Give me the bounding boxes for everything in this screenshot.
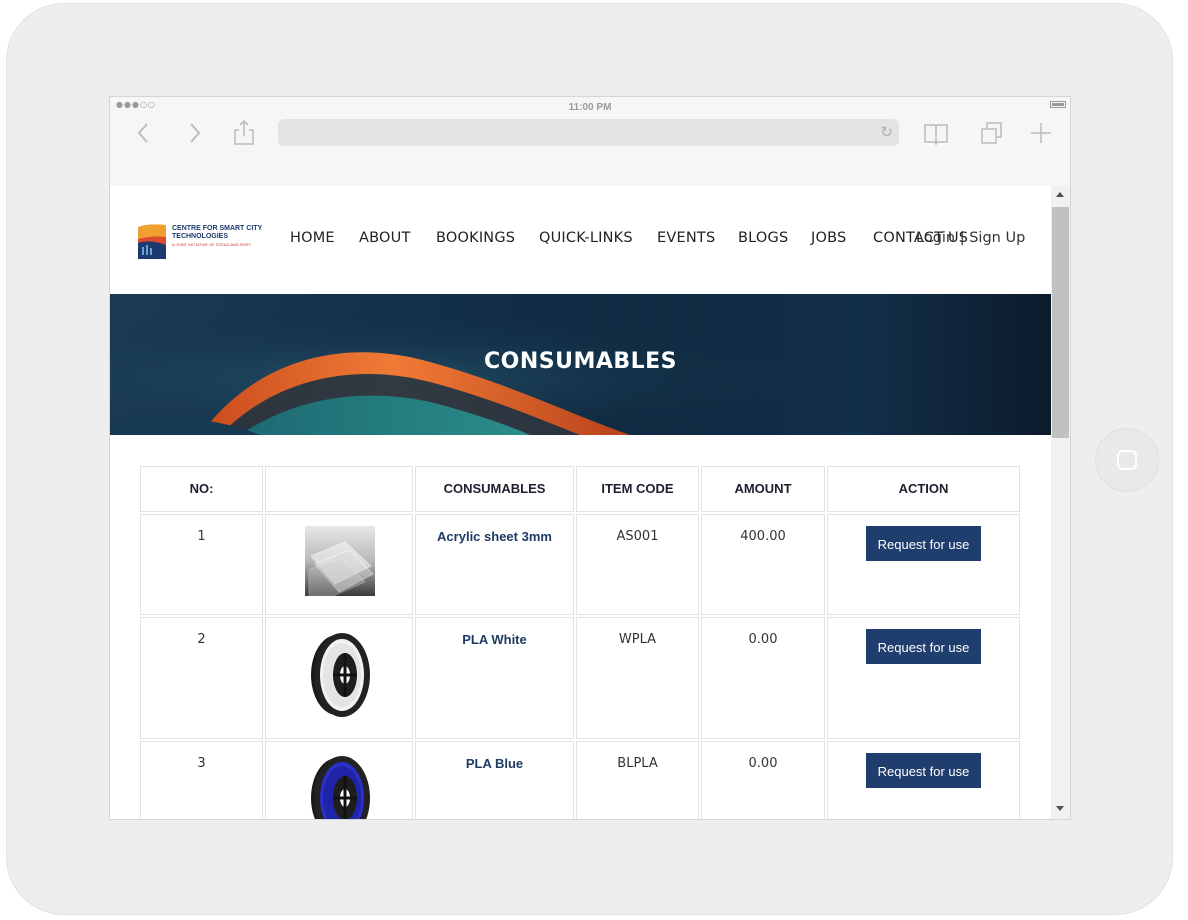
logo-mark-icon (138, 224, 166, 259)
column-header-consumables: CONSUMABLES (415, 466, 574, 512)
blue-filament-spool-image (311, 756, 370, 819)
page-scrollbar[interactable] (1051, 186, 1070, 819)
column-header-image (265, 466, 413, 512)
nav-blogs[interactable]: BLOGS (738, 230, 788, 246)
row-2-action-cell: Request for use (827, 617, 1020, 739)
row-3-amount: 0.00 (701, 741, 825, 819)
row-3-image-cell (265, 741, 413, 819)
webpage: CENTRE FOR SMART CITY TECHNOLOGIES A JOI… (110, 186, 1051, 819)
column-header-item-code: ITEM CODE (576, 466, 699, 512)
row-1-amount: 400.00 (701, 514, 825, 615)
request-for-use-button[interactable]: Request for use (866, 629, 981, 664)
scroll-up-icon[interactable] (1056, 192, 1064, 197)
logo[interactable]: CENTRE FOR SMART CITY TECHNOLOGIES A JOI… (136, 221, 268, 261)
nav-events[interactable]: EVENTS (657, 230, 715, 246)
row-2-amount: 0.00 (701, 617, 825, 739)
scroll-down-icon[interactable] (1056, 806, 1064, 811)
logo-tagline: A JOINT INITIATIVE OF DTEAG AND RGET (172, 242, 252, 247)
share-icon[interactable] (230, 117, 258, 149)
new-tab-icon[interactable] (1027, 117, 1055, 149)
nav-quick-links[interactable]: QUICK-LINKS (539, 230, 633, 246)
nav-jobs[interactable]: JOBS (811, 230, 846, 246)
row-3-no: 3 (140, 741, 263, 819)
back-icon[interactable] (130, 117, 158, 149)
page-banner: CONSUMABLES (110, 294, 1051, 435)
row-3-name[interactable]: PLA Blue (415, 741, 574, 819)
login-signup-link[interactable]: Login | Sign Up (916, 230, 1025, 246)
site-header: CENTRE FOR SMART CITY TECHNOLOGIES A JOI… (110, 186, 1051, 294)
column-header-no: NO: (140, 466, 263, 512)
forward-icon[interactable] (180, 117, 208, 149)
nav-home[interactable]: HOME (290, 230, 335, 246)
logo-line-1: CENTRE FOR SMART CITY (172, 225, 263, 232)
battery-icon (1050, 101, 1066, 108)
browser-window: ●●●○○ 11:00 PM ↻ CENTRE FOR SMART CITY T… (109, 96, 1071, 820)
row-2-no: 2 (140, 617, 263, 739)
row-1-image-cell (265, 514, 413, 615)
browser-toolbar: ●●●○○ 11:00 PM ↻ (110, 97, 1070, 187)
home-button[interactable] (1095, 428, 1159, 492)
tablet-frame: ●●●○○ 11:00 PM ↻ CENTRE FOR SMART CITY T… (6, 3, 1173, 915)
status-time: 11:00 PM (568, 102, 612, 113)
acrylic-sheet-image (305, 526, 375, 596)
page-title: CONSUMABLES (483, 349, 678, 374)
logo-line-2: TECHNOLOGIES (172, 233, 229, 240)
row-2-image-cell (265, 617, 413, 739)
row-1-name[interactable]: Acrylic sheet 3mm (415, 514, 574, 615)
column-header-amount: AMOUNT (701, 466, 825, 512)
request-for-use-button[interactable]: Request for use (866, 526, 981, 561)
scrollbar-thumb[interactable] (1052, 207, 1069, 438)
request-for-use-button[interactable]: Request for use (866, 753, 981, 788)
row-1-code: AS001 (576, 514, 699, 615)
row-2-code: WPLA (576, 617, 699, 739)
row-2-name[interactable]: PLA White (415, 617, 574, 739)
nav-bookings[interactable]: BOOKINGS (436, 230, 515, 246)
row-3-action-cell: Request for use (827, 741, 1020, 819)
reload-icon[interactable]: ↻ (880, 123, 893, 141)
address-bar[interactable]: ↻ (278, 119, 899, 146)
row-3-code: BLPLA (576, 741, 699, 819)
tabs-icon[interactable] (977, 117, 1005, 149)
row-1-action-cell: Request for use (827, 514, 1020, 615)
white-filament-spool-image (311, 633, 370, 717)
row-1-no: 1 (140, 514, 263, 615)
logo-text: CENTRE FOR SMART CITY TECHNOLOGIES A JOI… (172, 225, 262, 249)
bookmarks-icon[interactable] (922, 117, 950, 149)
nav-about[interactable]: ABOUT (359, 230, 411, 246)
column-header-action: ACTION (827, 466, 1020, 512)
